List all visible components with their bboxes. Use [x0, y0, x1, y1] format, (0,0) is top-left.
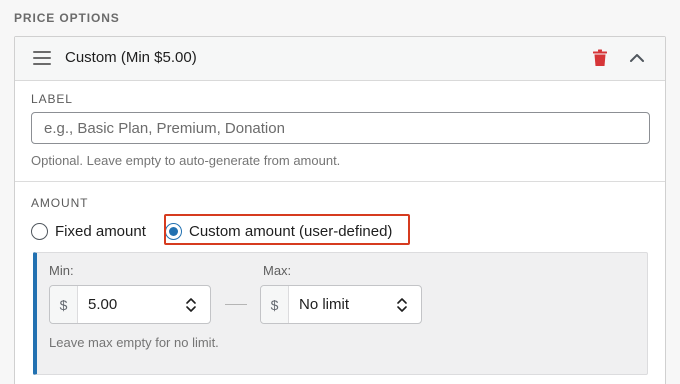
min-caption: Min: — [49, 263, 74, 278]
range-help-text: Leave max empty for no limit. — [49, 335, 219, 350]
drag-handle-icon[interactable] — [33, 51, 51, 65]
radio-button-unchecked[interactable] — [31, 222, 48, 240]
radio-button-checked[interactable] — [165, 222, 182, 240]
currency-prefix: $ — [261, 286, 289, 323]
custom-range-panel: Min: Max: $ 5.00 $ No limit Leave max em… — [33, 252, 648, 375]
section-title: PRICE OPTIONS — [14, 11, 120, 25]
label-caption: LABEL — [31, 92, 73, 106]
max-amount-input[interactable]: $ No limit — [260, 285, 422, 324]
fixed-amount-radio[interactable]: Fixed amount — [31, 219, 146, 243]
fixed-amount-label: Fixed amount — [55, 222, 146, 240]
price-option-title: Custom (Min $5.00) — [65, 49, 197, 66]
price-options-page: PRICE OPTIONS Custom (Min $5.00) LABEL O… — [0, 0, 680, 384]
trash-icon[interactable] — [592, 49, 608, 67]
stepper-arrows-icon[interactable] — [180, 294, 202, 316]
max-amount-value[interactable]: No limit — [289, 296, 391, 313]
price-option-card: Custom (Min $5.00) LABEL Optional. Leave… — [14, 36, 666, 384]
stepper-arrows-icon[interactable] — [391, 294, 413, 316]
label-help-text: Optional. Leave empty to auto-generate f… — [31, 153, 341, 168]
amount-section: AMOUNT Fixed amount Custom amount (user-… — [15, 182, 665, 384]
min-amount-value[interactable]: 5.00 — [78, 296, 180, 313]
price-option-header[interactable]: Custom (Min $5.00) — [15, 37, 665, 81]
chevron-up-icon[interactable] — [628, 49, 646, 67]
custom-amount-label: Custom amount (user-defined) — [189, 222, 393, 240]
label-section: LABEL Optional. Leave empty to auto-gene… — [15, 81, 665, 182]
currency-prefix: $ — [50, 286, 78, 323]
custom-amount-radio[interactable]: Custom amount (user-defined) — [165, 219, 392, 243]
label-input[interactable] — [31, 112, 650, 144]
min-amount-input[interactable]: $ 5.00 — [49, 285, 211, 324]
amount-caption: AMOUNT — [31, 196, 89, 210]
max-caption: Max: — [263, 263, 292, 278]
range-separator — [225, 304, 247, 305]
